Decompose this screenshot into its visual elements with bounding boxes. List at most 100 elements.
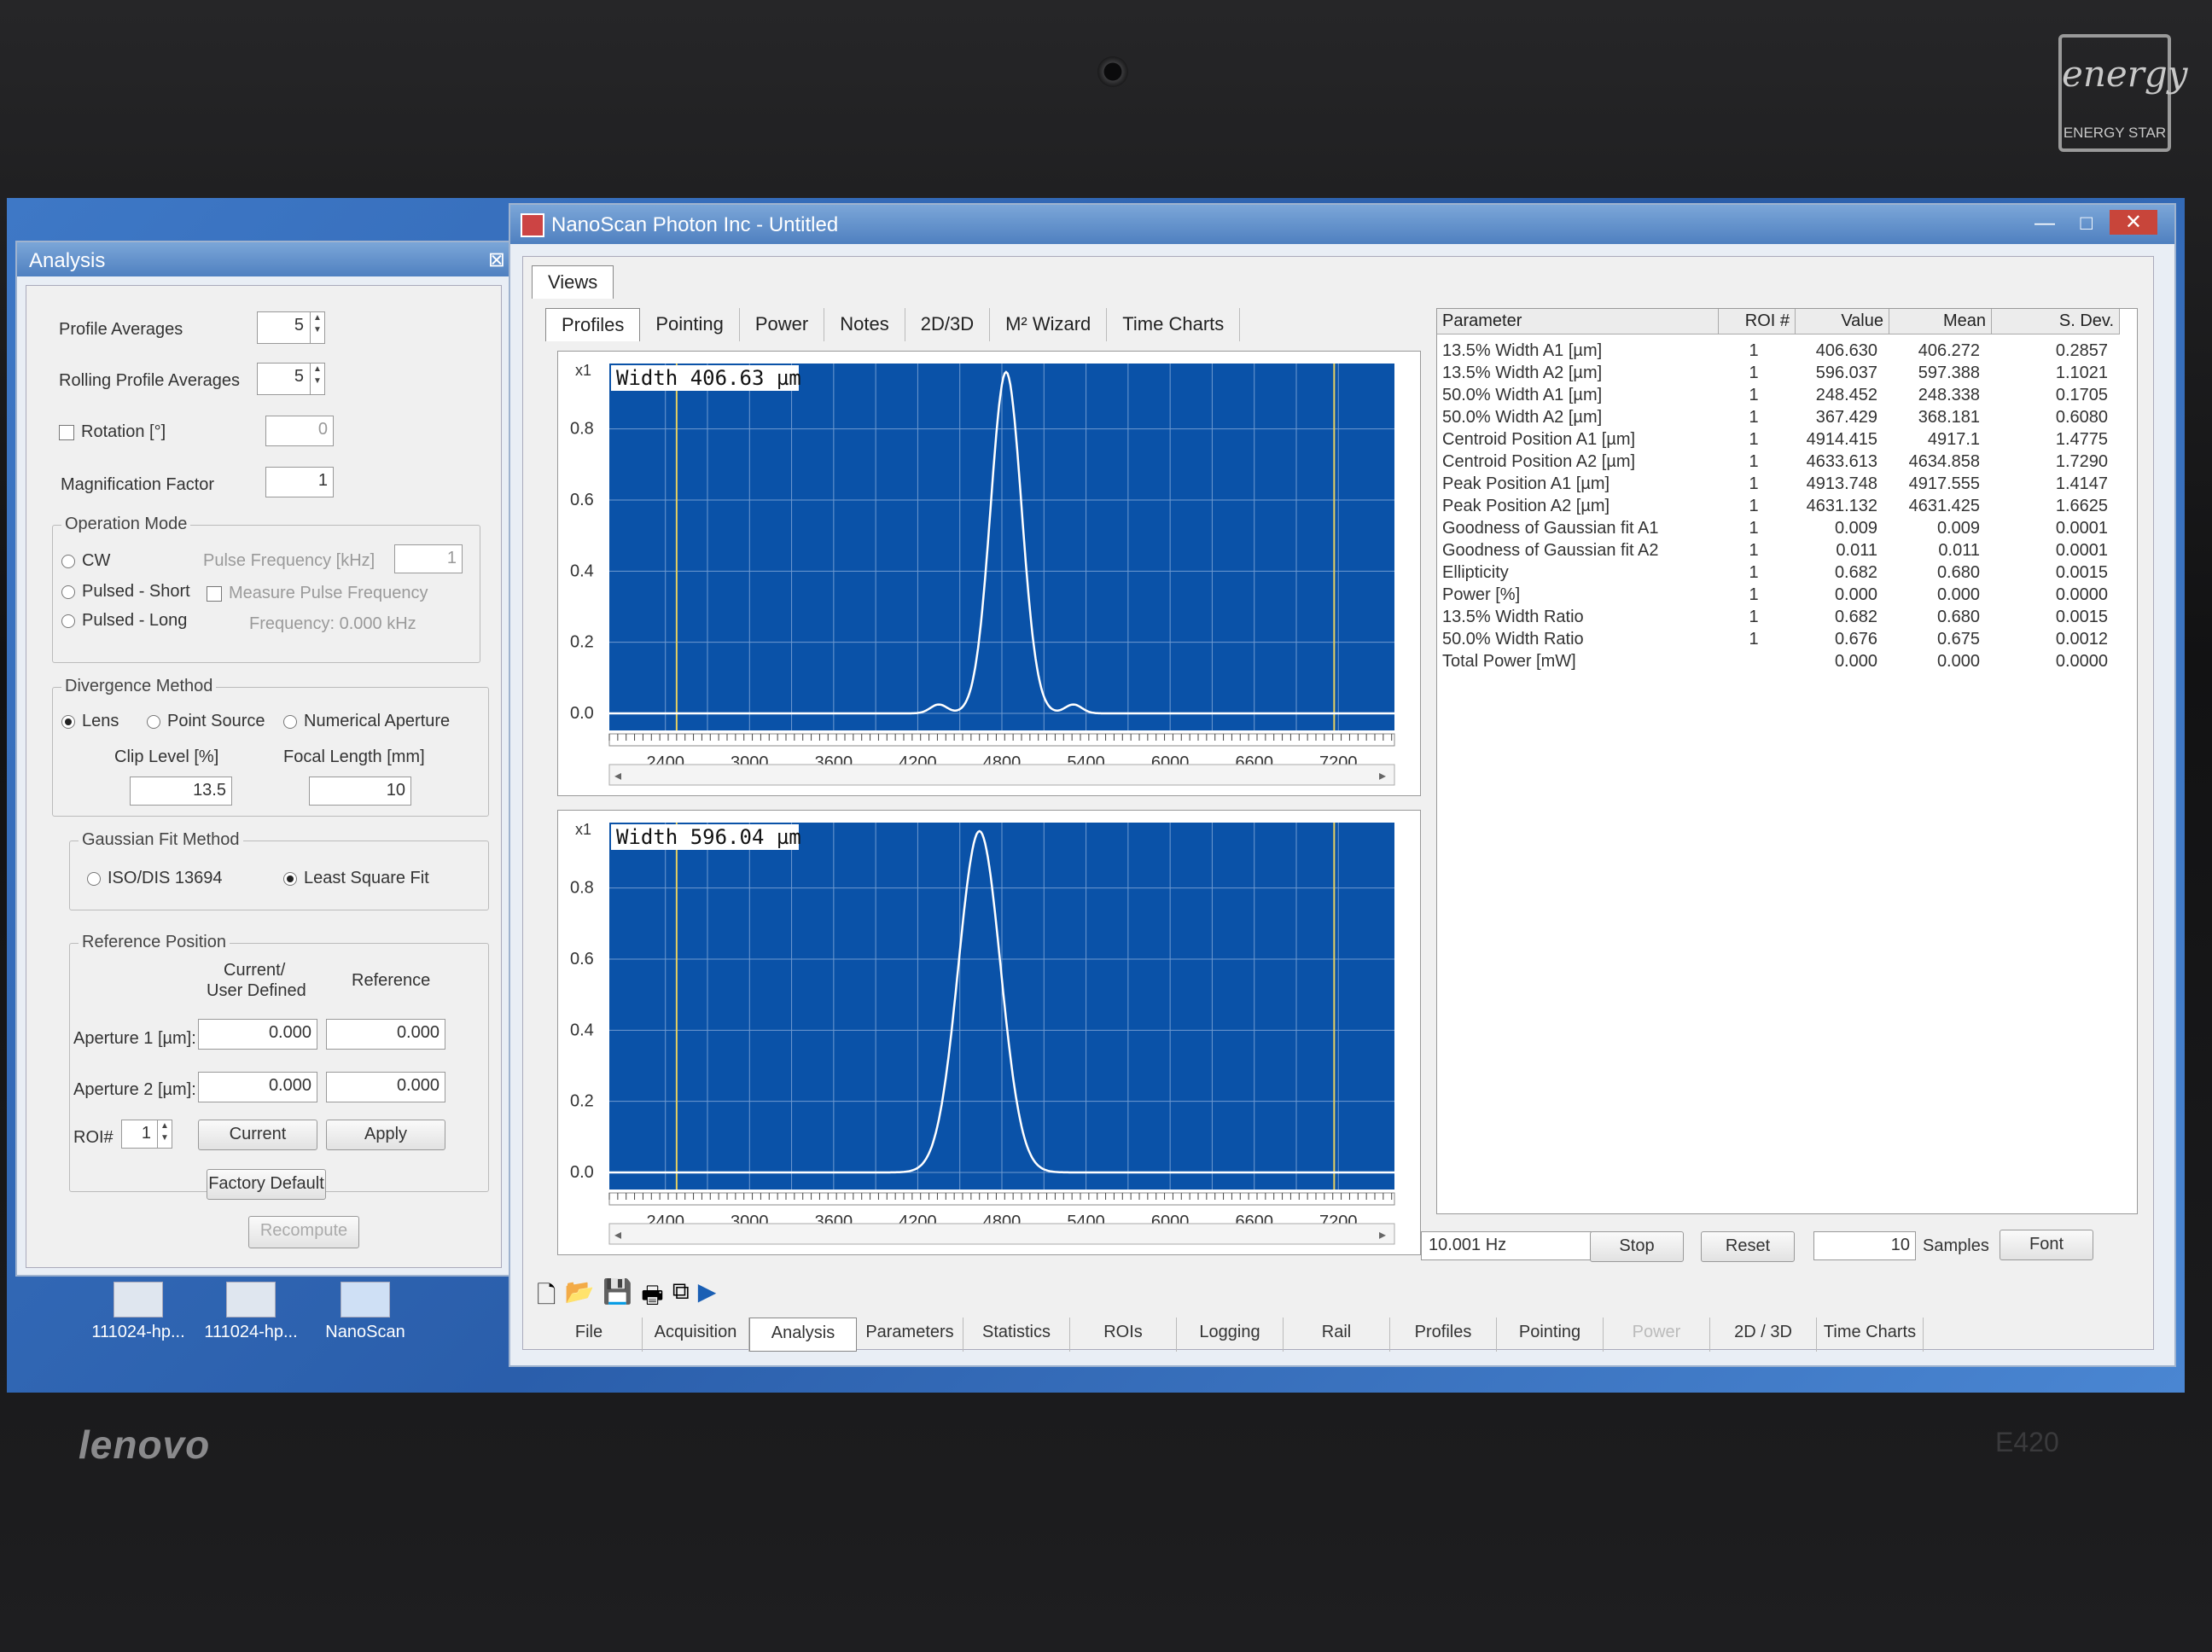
tab-notes[interactable]: Notes — [824, 308, 905, 341]
tab-power[interactable]: Power — [740, 308, 825, 341]
desktop-icon-2[interactable]: 111024-hp... — [200, 1282, 302, 1342]
print-icon[interactable]: 🖶 — [641, 1277, 663, 1318]
font-button[interactable]: Font — [2000, 1230, 2093, 1260]
rotation-checkbox[interactable] — [59, 424, 74, 440]
desktop-icon-2-label: 111024-hp... — [204, 1323, 298, 1341]
magnification-field[interactable]: 1 — [265, 467, 334, 497]
numerical-aperture-radio[interactable]: Numerical Aperture — [283, 712, 450, 731]
profile-svg: Width 406.63 µmx10.80.60.40.20.02400 3000… — [570, 362, 1395, 786]
focal-length-field[interactable]: 10 — [309, 777, 411, 806]
rotation-label[interactable]: Rotation [°] — [59, 422, 166, 442]
open-icon[interactable]: 📂 — [565, 1277, 595, 1318]
profile-averages-spinner[interactable]: 5 ▲ ▼ — [257, 311, 325, 344]
new-icon[interactable]: 🗋 — [537, 1277, 556, 1318]
analysis-close-button[interactable]: ⊠ — [488, 247, 505, 272]
pulse-frequency-field[interactable]: 1 — [394, 544, 463, 573]
bottom-tab-rois[interactable]: ROIs — [1070, 1318, 1177, 1352]
lens-radio[interactable]: Lens — [61, 712, 119, 731]
roi-spin-icon[interactable]: ▲ ▼ — [157, 1120, 172, 1148]
aperture1-reference-field[interactable]: 0.000 — [326, 1019, 445, 1050]
bottom-tab-statistics[interactable]: Statistics — [963, 1318, 1070, 1352]
stats-param-cell: Total Power [mW] — [1442, 652, 1576, 671]
play-icon[interactable]: ▶ — [698, 1277, 717, 1318]
stop-button[interactable]: Stop — [1590, 1231, 1684, 1262]
recompute-button[interactable]: Recompute — [248, 1216, 359, 1248]
analysis-body: Profile Averages 5 ▲ ▼ Rolling Profile Ave… — [26, 285, 502, 1268]
bottom-tab-2d-3d[interactable]: 2D / 3D — [1710, 1318, 1817, 1352]
rolling-averages-spinner[interactable]: 5 ▲ ▼ — [257, 363, 325, 395]
tab-pointing[interactable]: Pointing — [640, 308, 740, 341]
bottom-tab-logging[interactable]: Logging — [1177, 1318, 1284, 1352]
least-square-radio-icon[interactable] — [283, 871, 297, 886]
stats-header-2[interactable]: Value — [1796, 309, 1889, 334]
iso-radio[interactable]: ISO/DIS 13694 — [87, 869, 223, 888]
reset-button[interactable]: Reset — [1701, 1231, 1795, 1262]
stats-value-cell: 1 — [1749, 474, 1759, 493]
samples-field[interactable]: 10 — [1813, 1231, 1916, 1260]
bottom-tab-pointing[interactable]: Pointing — [1497, 1318, 1604, 1352]
aperture2-current-field[interactable]: 0.000 — [198, 1072, 317, 1102]
views-tab[interactable]: Views — [532, 265, 614, 299]
measure-pulse-checkbox[interactable]: Measure Pulse Frequency — [207, 584, 428, 603]
stats-value-cell: 0.0000 — [2055, 585, 2108, 604]
stats-header-3[interactable]: Mean — [1889, 309, 1992, 334]
stats-value-cell: 1 — [1749, 608, 1759, 626]
bottom-tab-rail[interactable]: Rail — [1284, 1318, 1390, 1352]
bottom-tab-parameters[interactable]: Parameters — [857, 1318, 963, 1352]
least-square-text: Least Square Fit — [304, 869, 429, 887]
maximize-button[interactable]: □ — [2081, 212, 2093, 236]
stats-param-cell: 13.5% Width A2 [µm] — [1442, 364, 1603, 382]
pulsed-long-radio-icon[interactable] — [61, 614, 75, 628]
profile-plot-a1[interactable]: Width 406.63 µm x1 0.8 0.6 0.4 0.2 0.0 2400 3000… — [557, 351, 1421, 796]
stats-value-cell: 0.1705 — [2055, 386, 2108, 404]
analysis-window: Analysis ⊠ Profile Averages 5 ▲ ▼ Rolling … — [15, 241, 514, 1277]
stats-value-cell: 0.0001 — [2055, 519, 2108, 538]
profile-plot-a2[interactable]: Width 596.04 µm x1 0.8 0.6 0.4 0.2 0.0 2400 3000… — [557, 810, 1421, 1255]
point-source-radio-icon[interactable] — [147, 714, 160, 729]
save-icon[interactable]: 💾 — [602, 1277, 632, 1318]
tab-2d3d[interactable]: 2D/3D — [905, 308, 991, 341]
zoom-label: x1 — [575, 362, 591, 379]
roi-label: ROI# — [73, 1128, 114, 1147]
bottom-tab-profiles[interactable]: Profiles — [1390, 1318, 1497, 1352]
aperture1-current-field[interactable]: 0.000 — [198, 1019, 317, 1050]
stats-header-4[interactable]: S. Dev. — [1992, 309, 2120, 334]
bottom-tab-file[interactable]: File — [536, 1318, 643, 1352]
rolling-spin-icon[interactable]: ▲ ▼ — [310, 364, 324, 394]
tab-m2-wizard[interactable]: M² Wizard — [990, 308, 1108, 341]
desktop-icon-nanoscan[interactable]: NanoScan — [314, 1282, 416, 1342]
frequency-readout: Frequency: 0.000 kHz — [249, 614, 416, 633]
bottom-tab-time-charts[interactable]: Time Charts — [1817, 1318, 1924, 1352]
numerical-aperture-radio-icon[interactable] — [283, 714, 297, 729]
minimize-button[interactable]: — — [2034, 212, 2055, 236]
copy-icon[interactable]: ⧉ — [672, 1277, 690, 1318]
bottom-tab-power[interactable]: Power — [1604, 1318, 1710, 1352]
rotation-field[interactable]: 0 — [265, 416, 334, 446]
factory-default-button[interactable]: Factory Default — [207, 1169, 326, 1200]
tab-profiles[interactable]: Profiles — [545, 308, 641, 341]
pulsed-short-radio-icon[interactable] — [61, 585, 75, 599]
cw-radio-icon[interactable] — [61, 554, 75, 568]
close-button[interactable]: ✕ — [2109, 210, 2157, 235]
aperture2-reference-field[interactable]: 0.000 — [326, 1072, 445, 1102]
desktop-icon-1[interactable]: 111024-hp... — [87, 1282, 189, 1342]
pulsed-long-radio[interactable]: Pulsed - Long — [61, 611, 187, 631]
lens-radio-icon[interactable] — [61, 714, 75, 729]
least-square-radio[interactable]: Least Square Fit — [283, 869, 429, 888]
profile-averages-spin-icon[interactable]: ▲ ▼ — [310, 312, 324, 343]
iso-radio-icon[interactable] — [87, 871, 101, 886]
point-source-radio[interactable]: Point Source — [147, 712, 265, 731]
current-button[interactable]: Current — [198, 1120, 317, 1150]
roi-spinner[interactable]: 1 ▲ ▼ — [121, 1120, 172, 1149]
apply-button[interactable]: Apply — [326, 1120, 445, 1150]
bottom-tab-acquisition[interactable]: Acquisition — [643, 1318, 749, 1352]
clip-level-field[interactable]: 13.5 — [130, 777, 232, 806]
bottom-tab-analysis[interactable]: Analysis — [749, 1318, 857, 1352]
stats-header-0[interactable]: Parameter — [1437, 309, 1719, 334]
file-icon — [226, 1282, 276, 1318]
tab-time-charts[interactable]: Time Charts — [1107, 308, 1241, 341]
stats-header-1[interactable]: ROI # — [1719, 309, 1796, 334]
cw-radio[interactable]: CW — [61, 551, 110, 571]
pulsed-short-radio[interactable]: Pulsed - Short — [61, 582, 190, 602]
measure-pulse-check-icon[interactable] — [207, 585, 222, 602]
